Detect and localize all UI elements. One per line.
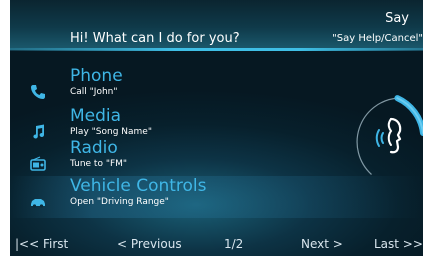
menu-item-subtitle: Play "Song Name" [70, 127, 152, 137]
menu-item-subtitle: Call "John" [70, 87, 118, 97]
pagination-bar: |<< First < Previous 1/2 Next > Last >> [10, 234, 423, 256]
menu-item-title: Radio [70, 138, 118, 158]
voice-activity-indicator [356, 95, 423, 175]
menu-item-title: Vehicle Controls [70, 176, 207, 196]
voice-assistant-screen: Hi! What can I do for you? Say "Say Help… [10, 0, 423, 256]
menu-item-subtitle: Open "Driving Range" [70, 197, 169, 207]
assistant-prompt: Hi! What can I do for you? [70, 31, 240, 46]
next-page-button[interactable]: Next > [301, 237, 343, 251]
header-bar: Hi! What can I do for you? Say "Say Help… [10, 0, 423, 50]
header-divider [10, 48, 423, 51]
page-indicator: 1/2 [224, 237, 244, 251]
menu-item-subtitle: Tune to "FM" [70, 159, 128, 169]
say-title: Say [385, 11, 409, 26]
menu-item-title: Media [70, 106, 122, 126]
phone-icon [31, 85, 45, 99]
first-page-button[interactable]: |<< First [15, 237, 68, 251]
last-page-button[interactable]: Last >> [374, 237, 423, 251]
car-icon [31, 199, 45, 208]
previous-page-button[interactable]: < Previous [117, 237, 182, 251]
menu-item-title: Phone [70, 66, 123, 86]
speaking-head-icon [375, 117, 402, 154]
say-hint: "Say Help/Cancel" [332, 33, 423, 44]
radio-icon [30, 156, 46, 171]
